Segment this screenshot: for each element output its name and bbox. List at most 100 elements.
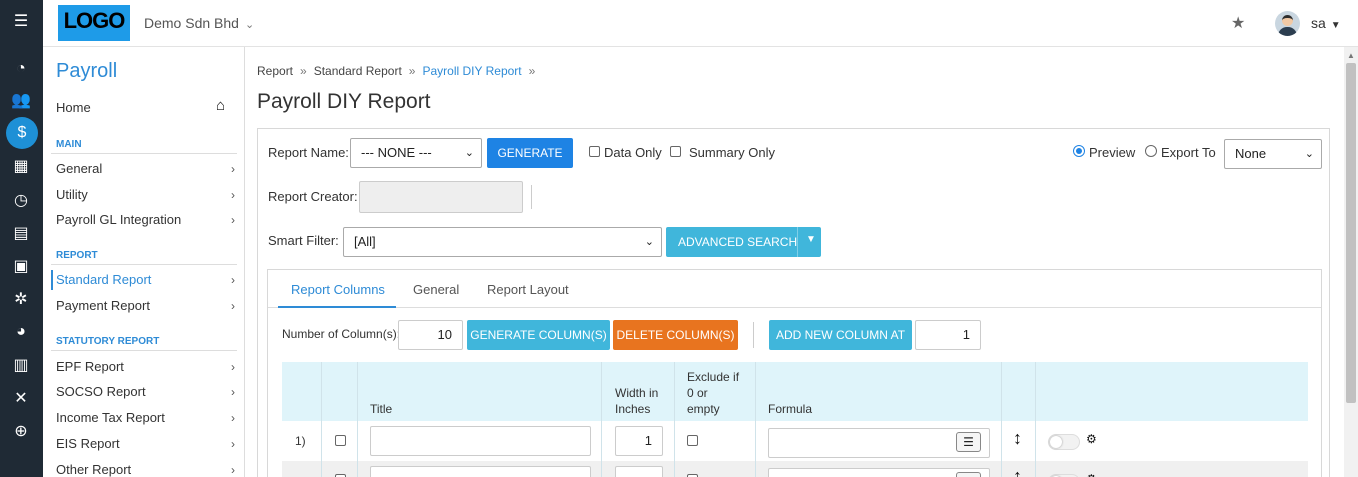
tab-report-columns[interactable]: Report Columns bbox=[291, 282, 385, 297]
chevron-right-icon: › bbox=[231, 162, 235, 176]
avatar[interactable] bbox=[1275, 11, 1300, 36]
column-count-input[interactable]: 10 bbox=[398, 320, 463, 350]
clock-icon[interactable]: ◷ bbox=[10, 189, 32, 211]
column-count-label: Number of Column(s): bbox=[282, 327, 401, 341]
chevron-right-icon: › bbox=[231, 385, 235, 399]
calendar-icon[interactable]: ▦ bbox=[10, 155, 32, 177]
report-name-label: Report Name: bbox=[268, 145, 349, 160]
tabs-container: Report Columns General Report Layout Num… bbox=[267, 269, 1322, 477]
top-bar: LOGO Demo Sdn Bhd ⌄ ★ sa ▼ bbox=[43, 0, 1358, 47]
chevron-down-icon: ⌄ bbox=[244, 19, 255, 31]
scroll-up-icon[interactable]: ▲ bbox=[1347, 51, 1355, 60]
export-to-radio[interactable] bbox=[1145, 145, 1157, 157]
sidebar-item-payment-report[interactable]: Payment Report › bbox=[51, 296, 237, 316]
home-icon[interactable]: ⌂ bbox=[216, 97, 225, 114]
row-width-input[interactable]: 1 bbox=[615, 426, 663, 456]
page-title: Payroll DIY Report bbox=[257, 90, 431, 113]
star-icon[interactable]: ★ bbox=[1231, 13, 1245, 33]
hamburger-menu-icon[interactable]: ☰ bbox=[10, 10, 32, 32]
preview-radio[interactable] bbox=[1073, 145, 1085, 157]
chevron-down-icon: ⌄ bbox=[464, 147, 474, 159]
report-name-select[interactable]: --- NONE --- ⌄ bbox=[350, 138, 482, 168]
list-icon[interactable]: ☰ bbox=[956, 432, 981, 452]
caret-down-icon[interactable]: ▼ bbox=[806, 234, 816, 245]
chevron-right-icon: › bbox=[231, 299, 235, 313]
chevron-right-icon: › bbox=[231, 463, 235, 477]
summary-only-label: Summary Only bbox=[689, 145, 775, 160]
data-only-checkbox[interactable] bbox=[589, 146, 600, 157]
gear-icon[interactable]: ⚙ bbox=[1086, 432, 1097, 446]
row-title-input[interactable] bbox=[370, 466, 591, 477]
document-icon[interactable]: ▤ bbox=[10, 222, 32, 244]
user-name: sa bbox=[1311, 15, 1326, 31]
main-content: Report » Standard Report » Payroll DIY Repor… bbox=[245, 47, 1344, 477]
tools-icon[interactable]: ✕ bbox=[10, 387, 32, 409]
sidebar-title: Payroll bbox=[56, 60, 118, 82]
sidebar-item-other-report[interactable]: Other Report › bbox=[51, 460, 237, 477]
chevron-right-icon: › bbox=[231, 437, 235, 451]
generate-columns-button[interactable]: GENERATE COLUMN(S) bbox=[467, 320, 610, 350]
row-toggle[interactable] bbox=[1048, 434, 1080, 450]
upload-icon[interactable]: ⊕ bbox=[10, 420, 32, 442]
breadcrumb-standard-report[interactable]: Standard Report bbox=[314, 64, 402, 78]
scroll-thumb[interactable] bbox=[1346, 63, 1356, 403]
report-panel: Report Name: --- NONE --- ⌄ GENERATE Data… bbox=[257, 128, 1330, 477]
table-icon[interactable]: ▥ bbox=[10, 354, 32, 376]
summary-only-checkbox[interactable] bbox=[670, 146, 681, 157]
double-chevron-icon: » bbox=[408, 64, 416, 78]
smart-filter-select[interactable]: [All] ⌄ bbox=[343, 227, 662, 257]
breadcrumb-payroll-diy-report[interactable]: Payroll DIY Report bbox=[422, 64, 521, 78]
chevron-down-icon: ⌄ bbox=[644, 236, 654, 248]
columns-grid: Title Width in Inches Exclude if 0 or em… bbox=[282, 362, 1308, 477]
company-name: Demo Sdn Bhd bbox=[144, 15, 239, 31]
add-column-position-input[interactable]: 1 bbox=[915, 320, 981, 350]
dashboard-icon[interactable]: ◔ bbox=[10, 58, 32, 80]
delete-columns-button[interactable]: DELETE COLUMN(S) bbox=[613, 320, 738, 350]
row-exclude-checkbox[interactable] bbox=[687, 435, 698, 446]
sidebar-item-eis-report[interactable]: EIS Report › bbox=[51, 434, 237, 454]
data-only-label: Data Only bbox=[604, 145, 662, 160]
chart-icon[interactable]: ◕ bbox=[10, 321, 32, 343]
sidebar-section-report: REPORT bbox=[51, 250, 237, 265]
divider bbox=[531, 185, 532, 209]
smart-filter-label: Smart Filter: bbox=[268, 233, 339, 248]
payroll-icon[interactable]: $ bbox=[6, 117, 38, 149]
sidebar-item-socso-report[interactable]: SOCSO Report › bbox=[51, 382, 237, 402]
sidebar: Payroll Home ⌂ MAIN General › Utility › Pa… bbox=[43, 47, 245, 477]
user-settings-icon[interactable]: ✲ bbox=[10, 288, 32, 310]
list-icon[interactable]: ☰ bbox=[956, 472, 981, 477]
users-icon[interactable]: 👥 bbox=[10, 89, 32, 111]
gear-icon[interactable]: ⚙ bbox=[1086, 472, 1097, 477]
chevron-down-icon: ⌄ bbox=[1304, 148, 1314, 160]
tab-general[interactable]: General bbox=[413, 282, 459, 297]
row-select-checkbox[interactable] bbox=[335, 435, 346, 446]
sidebar-item-home[interactable]: Home bbox=[56, 100, 91, 115]
header-width-line2: Inches bbox=[615, 402, 651, 416]
caret-down-icon: ▼ bbox=[1330, 20, 1341, 31]
sidebar-item-payroll-gl-integration[interactable]: Payroll GL Integration › bbox=[51, 210, 237, 230]
page-scrollbar[interactable]: ▲ bbox=[1344, 47, 1358, 477]
sidebar-item-general[interactable]: General › bbox=[51, 159, 237, 179]
sidebar-item-epf-report[interactable]: EPF Report › bbox=[51, 357, 237, 377]
add-new-column-at-button[interactable]: ADD NEW COLUMN AT bbox=[769, 320, 912, 350]
sidebar-item-income-tax-report[interactable]: Income Tax Report › bbox=[51, 408, 237, 428]
tab-report-layout[interactable]: Report Layout bbox=[487, 282, 569, 297]
chevron-right-icon: › bbox=[231, 273, 235, 287]
sidebar-item-utility[interactable]: Utility › bbox=[51, 185, 237, 205]
breadcrumb-report[interactable]: Report bbox=[257, 64, 293, 78]
export-format-select[interactable]: None ⌄ bbox=[1224, 139, 1322, 169]
logo[interactable]: LOGO bbox=[58, 5, 130, 41]
user-menu[interactable]: sa ▼ bbox=[1311, 15, 1341, 31]
reorder-arrows-icon[interactable]: ↕ bbox=[1013, 466, 1022, 477]
row-width-input[interactable] bbox=[615, 466, 663, 477]
reorder-arrows-icon[interactable]: ↕ bbox=[1013, 428, 1022, 449]
divider bbox=[797, 227, 798, 257]
report-creator-field bbox=[359, 181, 523, 213]
sidebar-item-standard-report[interactable]: Standard Report › bbox=[51, 270, 237, 290]
generate-button[interactable]: GENERATE bbox=[487, 138, 573, 168]
row-title-input[interactable] bbox=[370, 426, 591, 456]
schedule-icon[interactable]: ▣ bbox=[10, 255, 32, 277]
company-selector[interactable]: Demo Sdn Bhd ⌄ bbox=[144, 15, 254, 31]
breadcrumb: Report » Standard Report » Payroll DIY Repor… bbox=[257, 64, 542, 78]
report-creator-label: Report Creator: bbox=[268, 189, 358, 204]
